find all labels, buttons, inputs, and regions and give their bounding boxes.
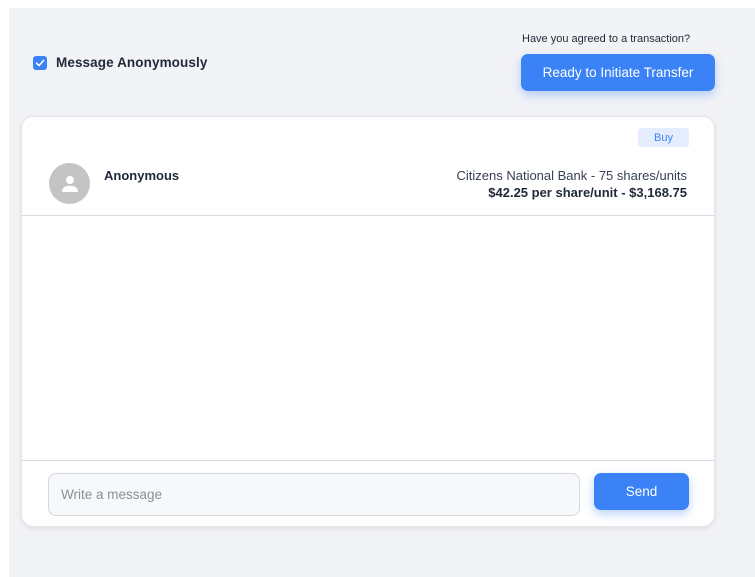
initiate-transfer-button[interactable]: Ready to Initiate Transfer [521, 54, 715, 91]
sender-name: Anonymous [104, 168, 180, 183]
agreed-prompt: Have you agreed to a transaction? [522, 33, 691, 45]
avatar [49, 163, 90, 204]
anonymous-toggle[interactable]: Message Anonymously [33, 55, 207, 70]
chat-panel: Buy Anonymous Citizens National Bank - 7… [21, 116, 715, 527]
listing-price: $42.25 per share/unit - $3,168.75 [488, 185, 687, 200]
composer-divider [22, 460, 714, 461]
listing-summary: Citizens National Bank - 75 shares/units [456, 168, 687, 183]
buy-badge: Buy [638, 128, 689, 147]
send-button[interactable]: Send [594, 473, 689, 510]
anonymous-checkbox[interactable] [33, 55, 47, 70]
message-thread[interactable] [22, 216, 714, 460]
checkmark-icon [35, 59, 45, 66]
message-input[interactable] [48, 473, 580, 516]
user-icon [61, 175, 78, 192]
anonymous-checkbox-label[interactable]: Message Anonymously [56, 55, 207, 70]
